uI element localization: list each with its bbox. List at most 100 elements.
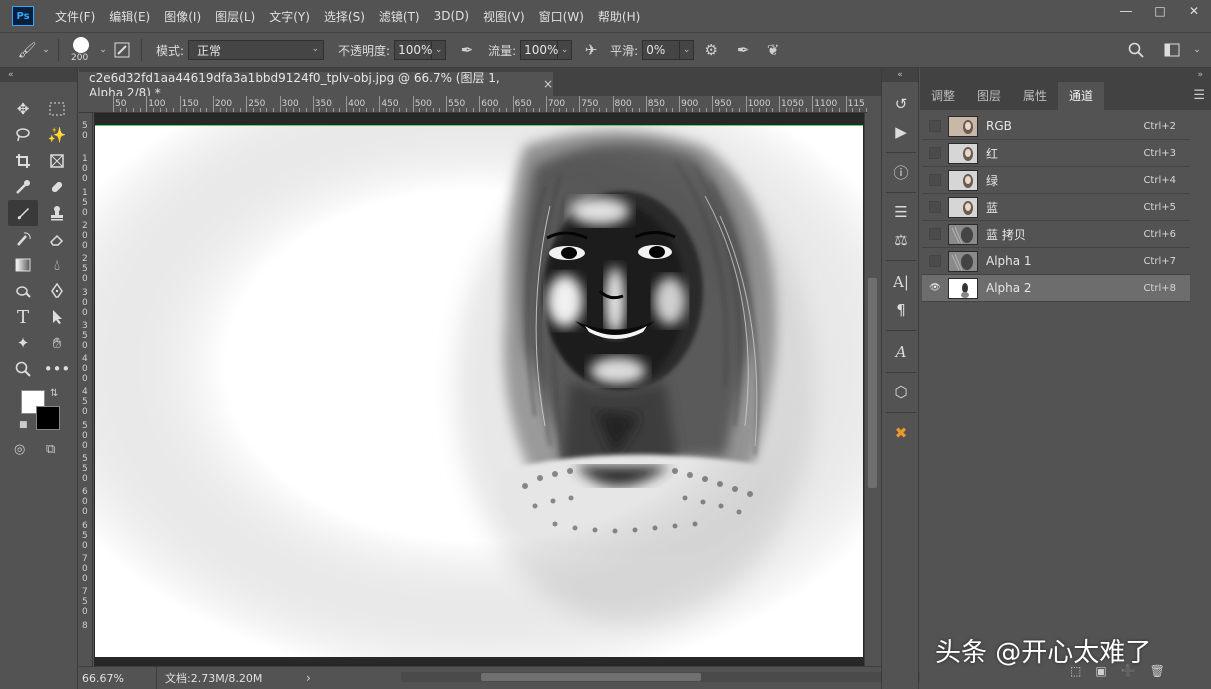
menu-filter[interactable]: 滤镜(T)	[372, 8, 427, 25]
menu-edit[interactable]: 编辑(E)	[102, 8, 157, 25]
hand-tool-icon[interactable]: ✋︎	[42, 330, 72, 356]
pen-tool-icon[interactable]	[42, 278, 72, 304]
minimize-icon[interactable]: ―	[1109, 0, 1143, 22]
collapse-toolbar-icon[interactable]: «	[0, 68, 77, 82]
more-tools-icon[interactable]: •••	[42, 356, 72, 382]
opacity-field[interactable]: 100%	[394, 40, 432, 60]
vertical-scrollbar[interactable]	[864, 113, 880, 666]
menu-image[interactable]: 图像(I)	[157, 8, 208, 25]
default-colors-icon[interactable]: ■	[19, 420, 28, 430]
symmetry-icon[interactable]: ❦	[760, 38, 786, 62]
healing-brush-icon[interactable]	[42, 174, 72, 200]
history-brush-icon[interactable]	[8, 226, 38, 252]
stamp-tool-icon[interactable]	[42, 200, 72, 226]
smoothing-field[interactable]: 0%	[642, 40, 681, 60]
maximize-icon[interactable]: □	[1143, 0, 1177, 22]
close-tab-icon[interactable]: ×	[543, 77, 553, 91]
marquee-tool-icon[interactable]	[42, 96, 72, 122]
shape-tool-icon[interactable]: ✦	[8, 330, 38, 356]
menu-3d[interactable]: 3D(D)	[427, 9, 476, 23]
crop-tool-icon[interactable]	[8, 148, 38, 174]
menu-layer[interactable]: 图层(L)	[208, 8, 262, 25]
pressure-size-icon[interactable]: ✒	[730, 38, 756, 62]
chevron-down-icon[interactable]: ⌄	[40, 38, 52, 62]
path-selection-icon[interactable]	[42, 304, 72, 330]
brush-settings-icon[interactable]: ☰	[888, 200, 914, 224]
quick-mask-icon[interactable]: ◎	[14, 442, 25, 457]
horizontal-scrollbar[interactable]	[401, 672, 941, 682]
delete-channel-icon[interactable]: 🗑︎	[1150, 664, 1165, 678]
gradient-tool-icon[interactable]	[8, 252, 38, 278]
magic-wand-icon[interactable]: ✨	[42, 122, 72, 148]
menu-help[interactable]: 帮助(H)	[591, 8, 647, 25]
glyphs-icon[interactable]: A	[888, 340, 914, 364]
background-color-swatch[interactable]	[36, 406, 60, 430]
flow-field[interactable]: 100%	[520, 40, 558, 60]
visibility-toggle[interactable]	[929, 255, 941, 267]
tab-properties[interactable]: 属性	[1012, 82, 1058, 110]
paragraph-icon[interactable]: ¶	[888, 298, 914, 322]
move-tool-icon[interactable]: ✥	[8, 96, 38, 122]
type-tool-icon[interactable]: T	[8, 304, 38, 330]
chevron-down-icon[interactable]: ⌄	[558, 40, 573, 60]
character-icon[interactable]: A|	[888, 270, 914, 294]
zoom-level[interactable]: 66.67%	[79, 667, 157, 689]
brush-preset-icon[interactable]: 🖌︎	[14, 38, 40, 62]
eraser-icon[interactable]	[42, 226, 72, 252]
status-menu-icon[interactable]: ›	[306, 671, 311, 685]
visibility-toggle[interactable]	[929, 147, 941, 159]
zoom-tool-icon[interactable]	[8, 356, 38, 382]
menu-type[interactable]: 文字(Y)	[262, 8, 317, 25]
collapse-panel-icon[interactable]: »	[920, 68, 1211, 82]
info-icon[interactable]: ⓘ	[888, 160, 914, 184]
tab-adjustments[interactable]: 调整	[920, 82, 966, 110]
brush-size-picker[interactable]: 200	[69, 35, 97, 65]
actions-play-icon[interactable]: ▶	[888, 120, 914, 144]
tool-presets-icon[interactable]: ⚖	[888, 228, 914, 252]
3d-cube-icon[interactable]: ⬡	[888, 380, 914, 404]
screen-mode-icon[interactable]: ⧉	[46, 442, 55, 457]
tab-layers[interactable]: 图层	[966, 82, 1012, 110]
channel-row[interactable]: 红 Ctrl+3	[922, 140, 1190, 167]
panel-menu-icon[interactable]: ☰	[1193, 88, 1205, 103]
close-window-icon[interactable]: ✕	[1177, 0, 1211, 22]
swap-colors-icon[interactable]: ⇅	[50, 388, 58, 399]
chevron-down-icon[interactable]: ⌄	[97, 38, 109, 62]
menu-file[interactable]: 文件(F)	[48, 8, 102, 25]
menu-select[interactable]: 选择(S)	[317, 8, 372, 25]
chevron-down-icon[interactable]: ⌄	[1191, 38, 1203, 62]
gear-icon[interactable]: ⚙	[698, 38, 724, 62]
frame-tool-icon[interactable]	[42, 148, 72, 174]
tab-channels[interactable]: 通道	[1058, 82, 1105, 110]
menu-window[interactable]: 窗口(W)	[532, 8, 591, 25]
channel-row[interactable]: Alpha 1 Ctrl+7	[922, 248, 1190, 275]
history-icon[interactable]: ↺	[888, 92, 914, 116]
workspace-icon[interactable]	[1159, 38, 1185, 62]
visibility-toggle[interactable]	[929, 174, 941, 186]
channel-row[interactable]: 蓝 Ctrl+5	[922, 194, 1190, 221]
brush-settings-icon[interactable]	[109, 38, 135, 62]
visibility-toggle[interactable]	[929, 201, 941, 213]
canvas-area[interactable]	[94, 113, 864, 666]
visibility-toggle[interactable]	[929, 120, 941, 132]
chevron-down-icon[interactable]: ⌄	[432, 40, 447, 60]
channel-row[interactable]: 蓝 拷贝 Ctrl+6	[922, 221, 1190, 248]
eyedropper-icon[interactable]	[8, 174, 38, 200]
lasso-tool-icon[interactable]	[8, 122, 38, 148]
channel-row[interactable]: 绿 Ctrl+4	[922, 167, 1190, 194]
channel-row[interactable]: 👁︎ Alpha 2 Ctrl+8	[922, 275, 1190, 302]
menu-view[interactable]: 视图(V)	[476, 8, 532, 25]
horizontal-scrollbar-thumb[interactable]	[481, 673, 701, 681]
chevron-down-icon[interactable]: ⌄	[680, 40, 695, 60]
visibility-toggle[interactable]	[929, 228, 941, 240]
collapse-strip-icon[interactable]: «	[882, 68, 918, 82]
channel-row[interactable]: RGB Ctrl+2	[922, 113, 1190, 140]
search-icon[interactable]	[1123, 38, 1149, 62]
eye-icon[interactable]: 👁︎	[929, 282, 941, 294]
mode-select[interactable]: 正常 ⌄	[188, 40, 325, 60]
document-tab[interactable]: c2e6d32fd1aa44619dfa3a1bbd9124f0_tplv-ob…	[79, 71, 553, 100]
brush-tool-icon[interactable]	[8, 200, 38, 226]
tools-crossed-icon[interactable]: ✖	[888, 421, 914, 445]
vertical-scrollbar-thumb[interactable]	[868, 278, 877, 488]
airbrush-icon[interactable]: ✈	[578, 38, 604, 62]
